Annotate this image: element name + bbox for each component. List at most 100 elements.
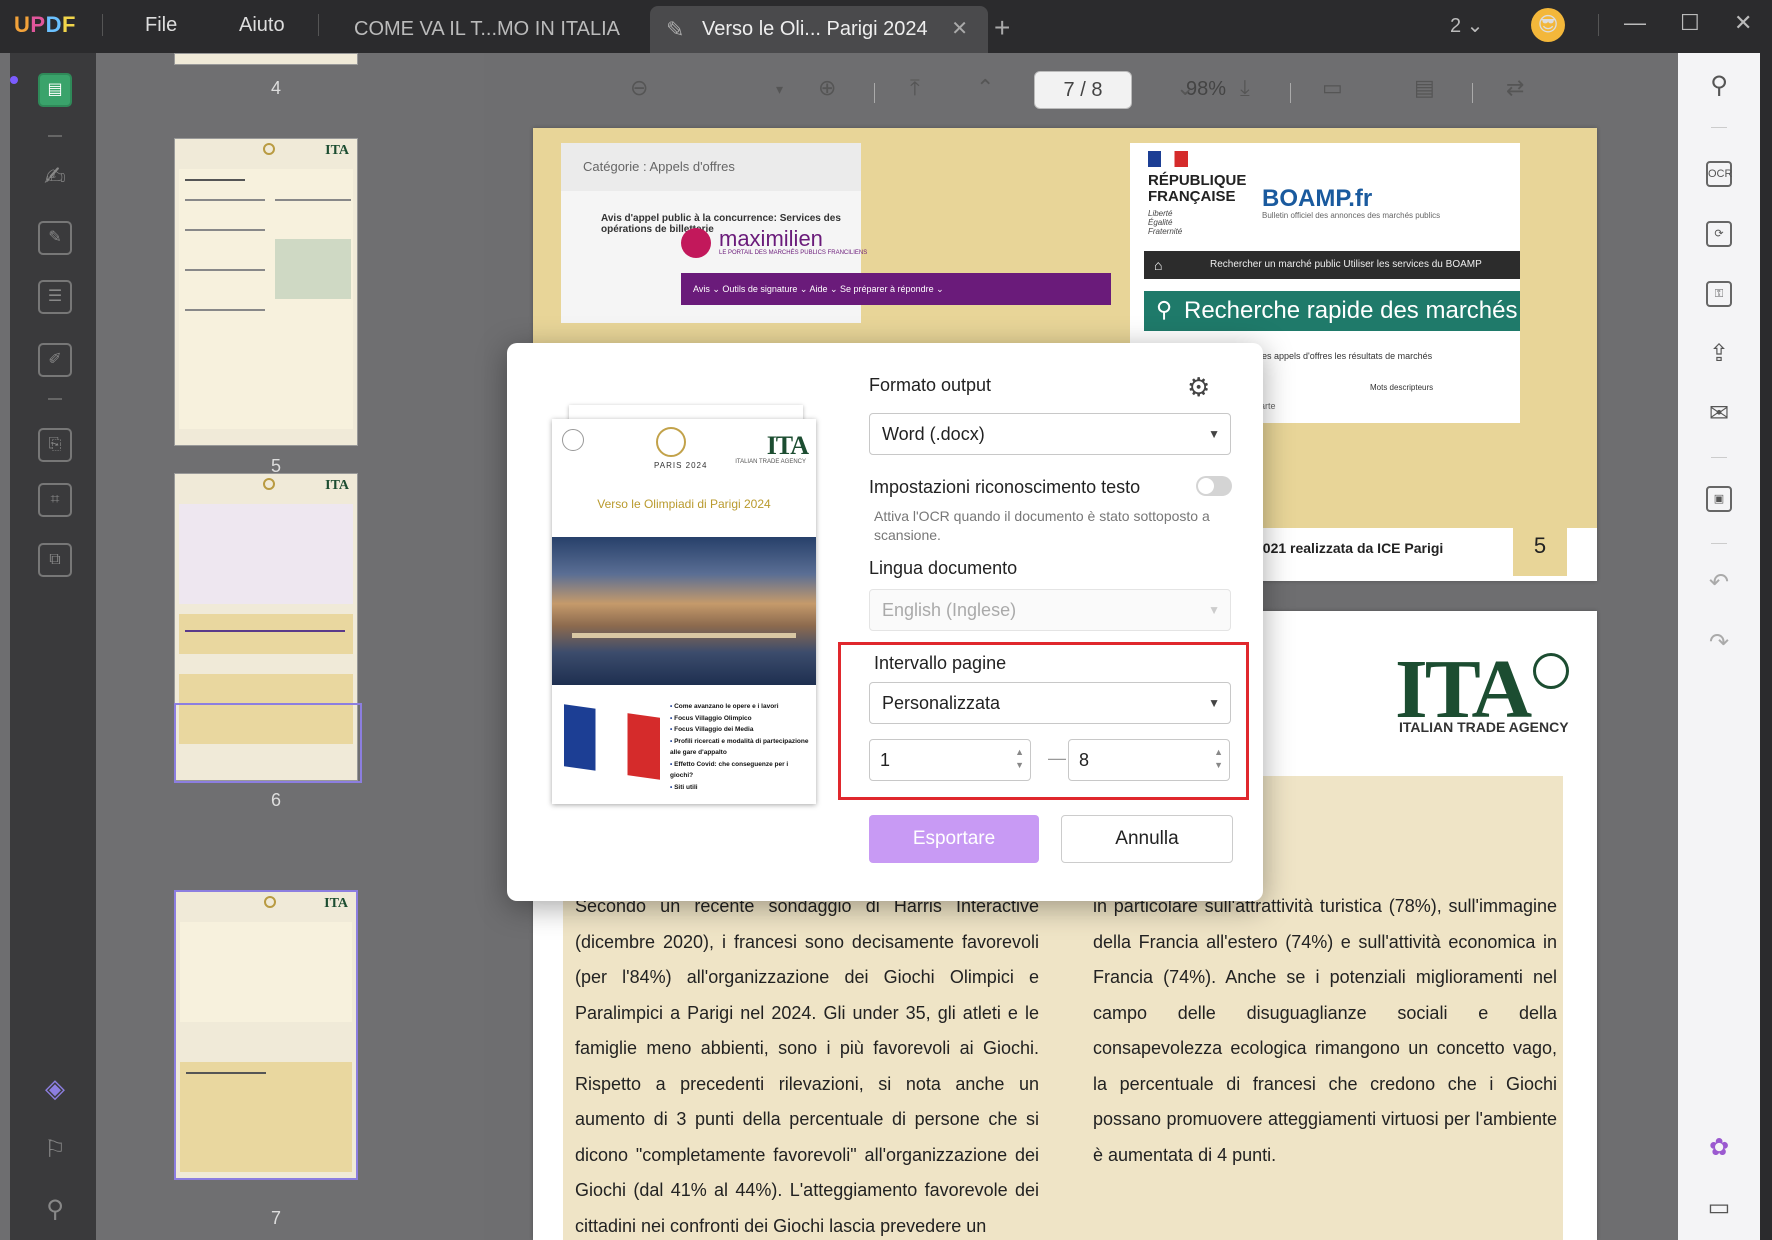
undo-icon[interactable]: ↶: [1706, 570, 1732, 596]
page-thumbnail-7[interactable]: ITA: [174, 890, 358, 1180]
next-page-button[interactable]: ⌄: [1176, 75, 1194, 101]
bookmark-icon[interactable]: ⚐: [38, 1135, 72, 1169]
text-line: [275, 199, 351, 201]
convert-icon[interactable]: ⟳: [1706, 221, 1732, 247]
ita-logo: ITA: [324, 896, 348, 911]
protect-icon[interactable]: ⚿: [1706, 281, 1732, 307]
avatar[interactable]: 😎: [1531, 8, 1565, 42]
menu-help[interactable]: Aiuto: [239, 14, 285, 37]
form-icon[interactable]: ☰: [38, 280, 72, 314]
fill-sign-icon[interactable]: ✐: [38, 343, 72, 377]
layers-icon[interactable]: ◈: [38, 1073, 72, 1107]
page-range-value: Personalizzata: [882, 693, 1001, 713]
text-line: [185, 269, 265, 271]
thumbnail-panel: 4 ITA 5 ITA 6 ITA 7: [96, 53, 484, 1240]
ita-logo: ITA: [325, 478, 349, 493]
translate-button[interactable]: ⇄: [1506, 75, 1524, 101]
maximilien-logo-icon: [681, 228, 711, 258]
cancel-button[interactable]: Annulla: [1061, 815, 1233, 863]
range-from-input[interactable]: 1 ▲ ▼: [869, 739, 1031, 781]
bridge-shape: [572, 633, 796, 653]
preview-bullet: Profili ricercati e modalità di partecip…: [670, 736, 810, 759]
text-block: [179, 169, 353, 429]
text-line: [186, 1072, 266, 1074]
attachment-icon[interactable]: ⚲: [38, 1195, 72, 1229]
page-footer: 2021 realizzata da ICE Parigi: [1255, 540, 1444, 556]
maximilien-logo: maximilien: [719, 226, 823, 251]
maximilien-nav: Avis ⌄ Outils de signature ⌄ Aide ⌄ Se p…: [681, 273, 1111, 305]
output-format-value: Word (.docx): [882, 424, 985, 444]
minimize-button[interactable]: —: [1624, 10, 1646, 36]
output-format-select[interactable]: Word (.docx) ▼: [869, 413, 1231, 455]
scrollbar[interactable]: [1760, 53, 1772, 1240]
close-window-button[interactable]: ✕: [1734, 10, 1752, 36]
reader-mode-icon[interactable]: ▤: [38, 73, 72, 107]
ocr-icon[interactable]: OCR: [1706, 161, 1732, 187]
text-line: [185, 179, 245, 181]
save-icon[interactable]: ▣: [1706, 486, 1732, 512]
watermark-icon[interactable]: ⧉: [38, 543, 72, 577]
category-title: Catégorie : Appels d'offres: [583, 159, 735, 174]
preview-bullet: Come avanzano le opere e i lavori: [670, 701, 810, 713]
stepper-arrows-icon[interactable]: ▲ ▼: [1015, 746, 1024, 772]
ai-assistant-icon[interactable]: ✿: [1706, 1135, 1732, 1161]
new-tab-button[interactable]: +: [994, 12, 1010, 44]
gear-icon[interactable]: ⚙: [1187, 372, 1210, 403]
close-tab-icon[interactable]: ✕: [951, 18, 968, 40]
preview-bullet: Focus Villaggio Olimpico: [670, 713, 810, 725]
paris-2024-text: PARIS 2024: [654, 461, 708, 470]
output-format-label: Formato output: [869, 375, 992, 395]
zoom-in-button[interactable]: ⊕: [818, 75, 836, 101]
text-block: [179, 614, 353, 654]
highlighter-icon[interactable]: ✍: [38, 161, 72, 195]
export-button[interactable]: Esportare: [869, 815, 1039, 863]
body-text-column-1: Secondo un recente sondaggio di Harris I…: [575, 896, 1039, 1236]
ocr-toggle[interactable]: [1196, 476, 1232, 496]
page-indicator[interactable]: 7 / 8: [1034, 71, 1132, 109]
body-text-column-2: in particolare sull'attrattività turisti…: [1093, 896, 1557, 1165]
timeline: [185, 630, 345, 632]
toolbar-separator: [874, 83, 875, 103]
search-icon[interactable]: ⚲: [1706, 73, 1732, 99]
first-page-button[interactable]: ⤒: [910, 75, 920, 101]
page-range-select[interactable]: Personalizzata ▼: [869, 682, 1231, 724]
text-line: [185, 309, 265, 311]
tab-label: COME VA IL T...MO IN ITALIA: [354, 18, 620, 40]
share-icon[interactable]: ⇪: [1706, 341, 1732, 367]
page-thumbnail-5[interactable]: ITA: [174, 138, 358, 446]
maximize-button[interactable]: ☐: [1680, 10, 1700, 36]
ita-logo: ITA: [766, 431, 809, 460]
tab-label: Verso le Oli... Parigi 2024: [702, 18, 928, 40]
presentation-button[interactable]: ▭: [1322, 75, 1343, 101]
page-thumbnail-4[interactable]: [174, 53, 358, 65]
tab-document-1[interactable]: COME VA IL T...MO IN ITALIA: [354, 6, 620, 53]
reading-mode-button[interactable]: ▤: [1414, 75, 1435, 101]
map-image: [275, 239, 351, 299]
boamp-subtitle: Bulletin officiel des annonces des march…: [1262, 211, 1441, 220]
email-icon[interactable]: ✉: [1706, 401, 1732, 427]
edit-pdf-icon[interactable]: ✎: [38, 221, 72, 255]
app-logo: UPDF: [14, 12, 76, 37]
stepper-arrows-icon[interactable]: ▲ ▼: [1214, 746, 1223, 772]
home-icon: ⌂: [1154, 257, 1163, 273]
ita-subtitle: ITALIAN TRADE AGENCY: [735, 459, 806, 465]
toolbar-separator: [1472, 83, 1473, 103]
range-to-input[interactable]: 8 ▲ ▼: [1068, 739, 1230, 781]
tab-document-2[interactable]: ✎ Verso le Oli... Parigi 2024 ✕: [650, 6, 989, 53]
menu-file[interactable]: File: [145, 14, 177, 37]
toolbar-separator: [1290, 83, 1291, 103]
page-selection-frame: [174, 703, 362, 783]
tool-separator: [1711, 127, 1727, 128]
right-toolbar: ⚲ OCR ⟳ ⚿ ⇪ ✉ ▣ ↶ ↷ ✿ ▭: [1678, 53, 1760, 1240]
zoom-out-button[interactable]: ⊖: [630, 75, 648, 101]
prev-page-button[interactable]: ⌃: [976, 75, 994, 101]
chevron-down-icon: ▼: [1208, 427, 1220, 441]
zoom-dropdown-caret[interactable]: ▾: [776, 81, 783, 98]
redo-icon[interactable]: ↷: [1706, 630, 1732, 656]
organize-pages-icon[interactable]: ⎘: [38, 428, 72, 462]
comment-icon[interactable]: ▭: [1706, 1195, 1732, 1221]
document-language-value: English (Inglese): [882, 600, 1017, 620]
last-page-button[interactable]: ⤓: [1240, 75, 1250, 101]
window-count-dropdown[interactable]: 2 ⌄: [1450, 13, 1483, 38]
crop-icon[interactable]: ⌗: [38, 483, 72, 517]
